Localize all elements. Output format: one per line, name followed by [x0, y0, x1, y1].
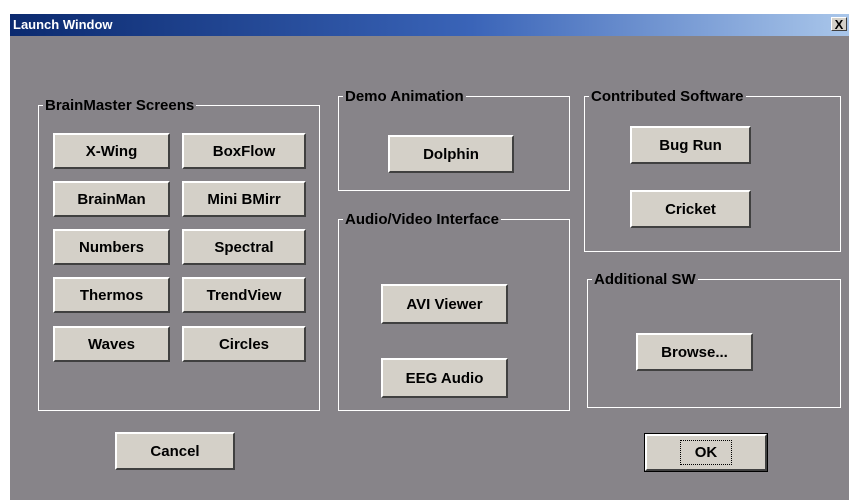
close-button[interactable]: X [831, 17, 847, 31]
dialog-client-area: BrainMaster Screens X-Wing BoxFlow Brain… [10, 36, 849, 500]
dolphin-button[interactable]: Dolphin [388, 135, 514, 173]
x-wing-button[interactable]: X-Wing [53, 133, 170, 169]
cancel-button[interactable]: Cancel [115, 432, 235, 470]
waves-button[interactable]: Waves [53, 326, 170, 362]
mini-bmirr-button[interactable]: Mini BMirr [182, 181, 306, 217]
group-label-audio-video-interface: Audio/Video Interface [345, 211, 499, 228]
window-title: Launch Window [13, 17, 113, 32]
boxflow-button[interactable]: BoxFlow [182, 133, 306, 169]
launch-window: Launch Window X BrainMaster Screens X-Wi… [10, 14, 849, 500]
bug-run-button[interactable]: Bug Run [630, 126, 751, 164]
numbers-button[interactable]: Numbers [53, 229, 170, 265]
trendview-button[interactable]: TrendView [182, 277, 306, 313]
group-label-brainmaster-screens: BrainMaster Screens [45, 97, 195, 114]
group-label-demo-animation: Demo Animation [345, 88, 464, 105]
title-bar[interactable]: Launch Window X [10, 14, 849, 36]
group-label-contributed-software: Contributed Software [591, 88, 744, 105]
brainman-button[interactable]: BrainMan [53, 181, 170, 217]
ok-button[interactable]: OK [644, 433, 768, 472]
group-label-additional-sw: Additional SW [594, 271, 696, 288]
eeg-audio-button[interactable]: EEG Audio [381, 358, 508, 398]
thermos-button[interactable]: Thermos [53, 277, 170, 313]
spectral-button[interactable]: Spectral [182, 229, 306, 265]
browse-button[interactable]: Browse... [636, 333, 753, 371]
ok-button-label: OK [679, 440, 733, 465]
circles-button[interactable]: Circles [182, 326, 306, 362]
avi-viewer-button[interactable]: AVI Viewer [381, 284, 508, 324]
cricket-button[interactable]: Cricket [630, 190, 751, 228]
